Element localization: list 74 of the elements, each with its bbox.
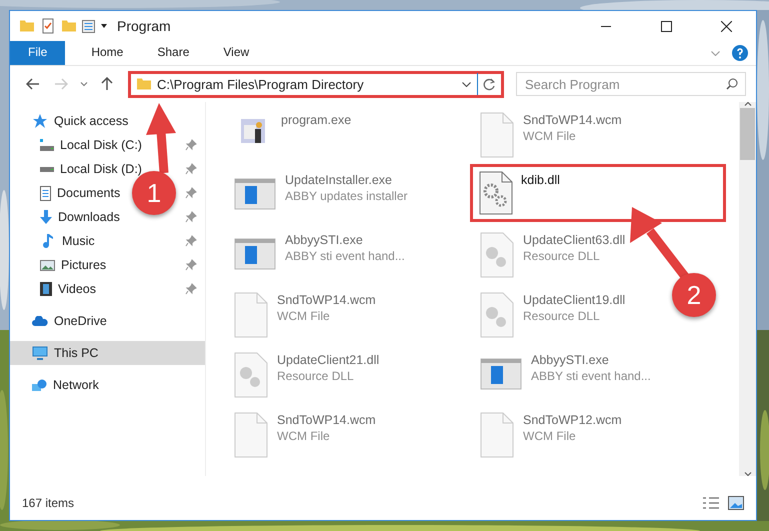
file-item[interactable]: UpdateClient63.dll Resource DLL bbox=[470, 224, 634, 282]
sidebar-item[interactable]: Music bbox=[40, 233, 95, 249]
film-icon bbox=[40, 282, 52, 296]
sidebar-item[interactable]: Documents bbox=[40, 186, 120, 200]
file-icon bbox=[479, 111, 515, 159]
checklist-icon bbox=[40, 18, 56, 34]
file-item[interactable]: SndToWP14.wcm WCM File bbox=[224, 404, 385, 462]
file-item[interactable]: UpdateInstaller.exe ABBY updates installer bbox=[224, 164, 417, 222]
dropdown-icon bbox=[101, 24, 107, 28]
forward-arrow-icon bbox=[54, 78, 68, 90]
file-item[interactable]: program.exe bbox=[224, 104, 360, 162]
item-count: 167 items bbox=[22, 496, 74, 510]
sidebar-item[interactable]: This PC bbox=[32, 345, 98, 361]
file-icon bbox=[233, 291, 269, 339]
sidebar-item[interactable]: Local Disk (C:) bbox=[40, 138, 142, 152]
properties-icon bbox=[82, 20, 95, 32]
thumbnail-view-icon[interactable] bbox=[728, 496, 744, 510]
help-icon bbox=[732, 45, 748, 61]
address-bar[interactable]: C:\Program Files\Program Directory bbox=[128, 70, 504, 98]
ribbon-tab[interactable]: File bbox=[10, 41, 66, 65]
drive-icon bbox=[40, 166, 54, 172]
close-icon bbox=[720, 20, 732, 32]
refresh-icon bbox=[483, 78, 496, 90]
arrow bbox=[146, 103, 176, 174]
search-icon bbox=[726, 78, 738, 90]
sidebar-item[interactable]: OneDrive bbox=[32, 314, 107, 328]
gear-file-icon bbox=[479, 231, 515, 279]
chevron-down-icon bbox=[462, 82, 471, 86]
gear-file-icon bbox=[479, 171, 513, 215]
scrollbar-thumb[interactable] bbox=[740, 108, 755, 160]
folder-icon bbox=[20, 20, 34, 32]
file-item[interactable]: UpdateClient21.dll Resource DLL bbox=[224, 344, 388, 402]
file-item[interactable]: kdib.dll bbox=[470, 164, 726, 222]
sidebar-item[interactable]: Quick access bbox=[32, 113, 128, 129]
file-item[interactable]: AbbyySTI.exe ABBY sti event hand... bbox=[470, 344, 660, 402]
cloud-icon bbox=[32, 316, 48, 326]
gear-file-icon bbox=[479, 291, 515, 339]
maximize-icon bbox=[660, 20, 672, 32]
ribbon-tab[interactable]: View bbox=[209, 41, 264, 65]
back-arrow-icon bbox=[26, 78, 40, 90]
up-arrow-icon bbox=[101, 77, 113, 91]
drive-icon bbox=[40, 139, 54, 151]
folder-icon bbox=[62, 20, 76, 32]
file-icon bbox=[233, 411, 269, 459]
chevron-down-icon bbox=[744, 472, 752, 476]
details-view-icon[interactable] bbox=[702, 496, 720, 510]
file-item[interactable]: SndToWP14.wcm WCM File bbox=[224, 284, 385, 342]
sidebar-item[interactable]: Network bbox=[32, 378, 99, 392]
file-item[interactable]: SndToWP12.wcm WCM File bbox=[470, 404, 631, 462]
globe-monitor-icon bbox=[32, 379, 47, 391]
monitor-icon bbox=[32, 345, 48, 361]
folder-icon bbox=[137, 78, 151, 90]
sidebar-item[interactable]: Pictures bbox=[40, 258, 106, 272]
file-item[interactable]: SndToWP14.wcm WCM File bbox=[470, 104, 631, 162]
file-icon bbox=[479, 411, 515, 459]
scrollbar[interactable] bbox=[739, 102, 756, 476]
ribbon-tab[interactable]: Share bbox=[143, 41, 204, 65]
file-item[interactable]: AbbyySTI.exe ABBY sti event hand... bbox=[224, 224, 414, 282]
chevron-down-icon bbox=[80, 82, 88, 86]
picture-icon bbox=[40, 260, 55, 270]
star-icon bbox=[32, 113, 48, 129]
step-number: 2 bbox=[672, 273, 716, 317]
window-title: Program bbox=[117, 18, 171, 34]
down-arrow-icon bbox=[40, 210, 52, 224]
document-icon bbox=[40, 186, 51, 200]
music-note-icon bbox=[40, 233, 56, 249]
sidebar-item[interactable]: Videos bbox=[40, 282, 96, 296]
ribbon-tab[interactable]: Home bbox=[77, 41, 138, 65]
sidebar-item[interactable]: Downloads bbox=[40, 210, 120, 224]
chevron-up-icon bbox=[744, 102, 752, 106]
file-item[interactable]: UpdateClient19.dll Resource DLL bbox=[470, 284, 634, 342]
search-field[interactable]: Search Program bbox=[516, 72, 746, 96]
chevron-down-icon bbox=[711, 50, 720, 56]
gear-file-icon bbox=[233, 351, 269, 399]
